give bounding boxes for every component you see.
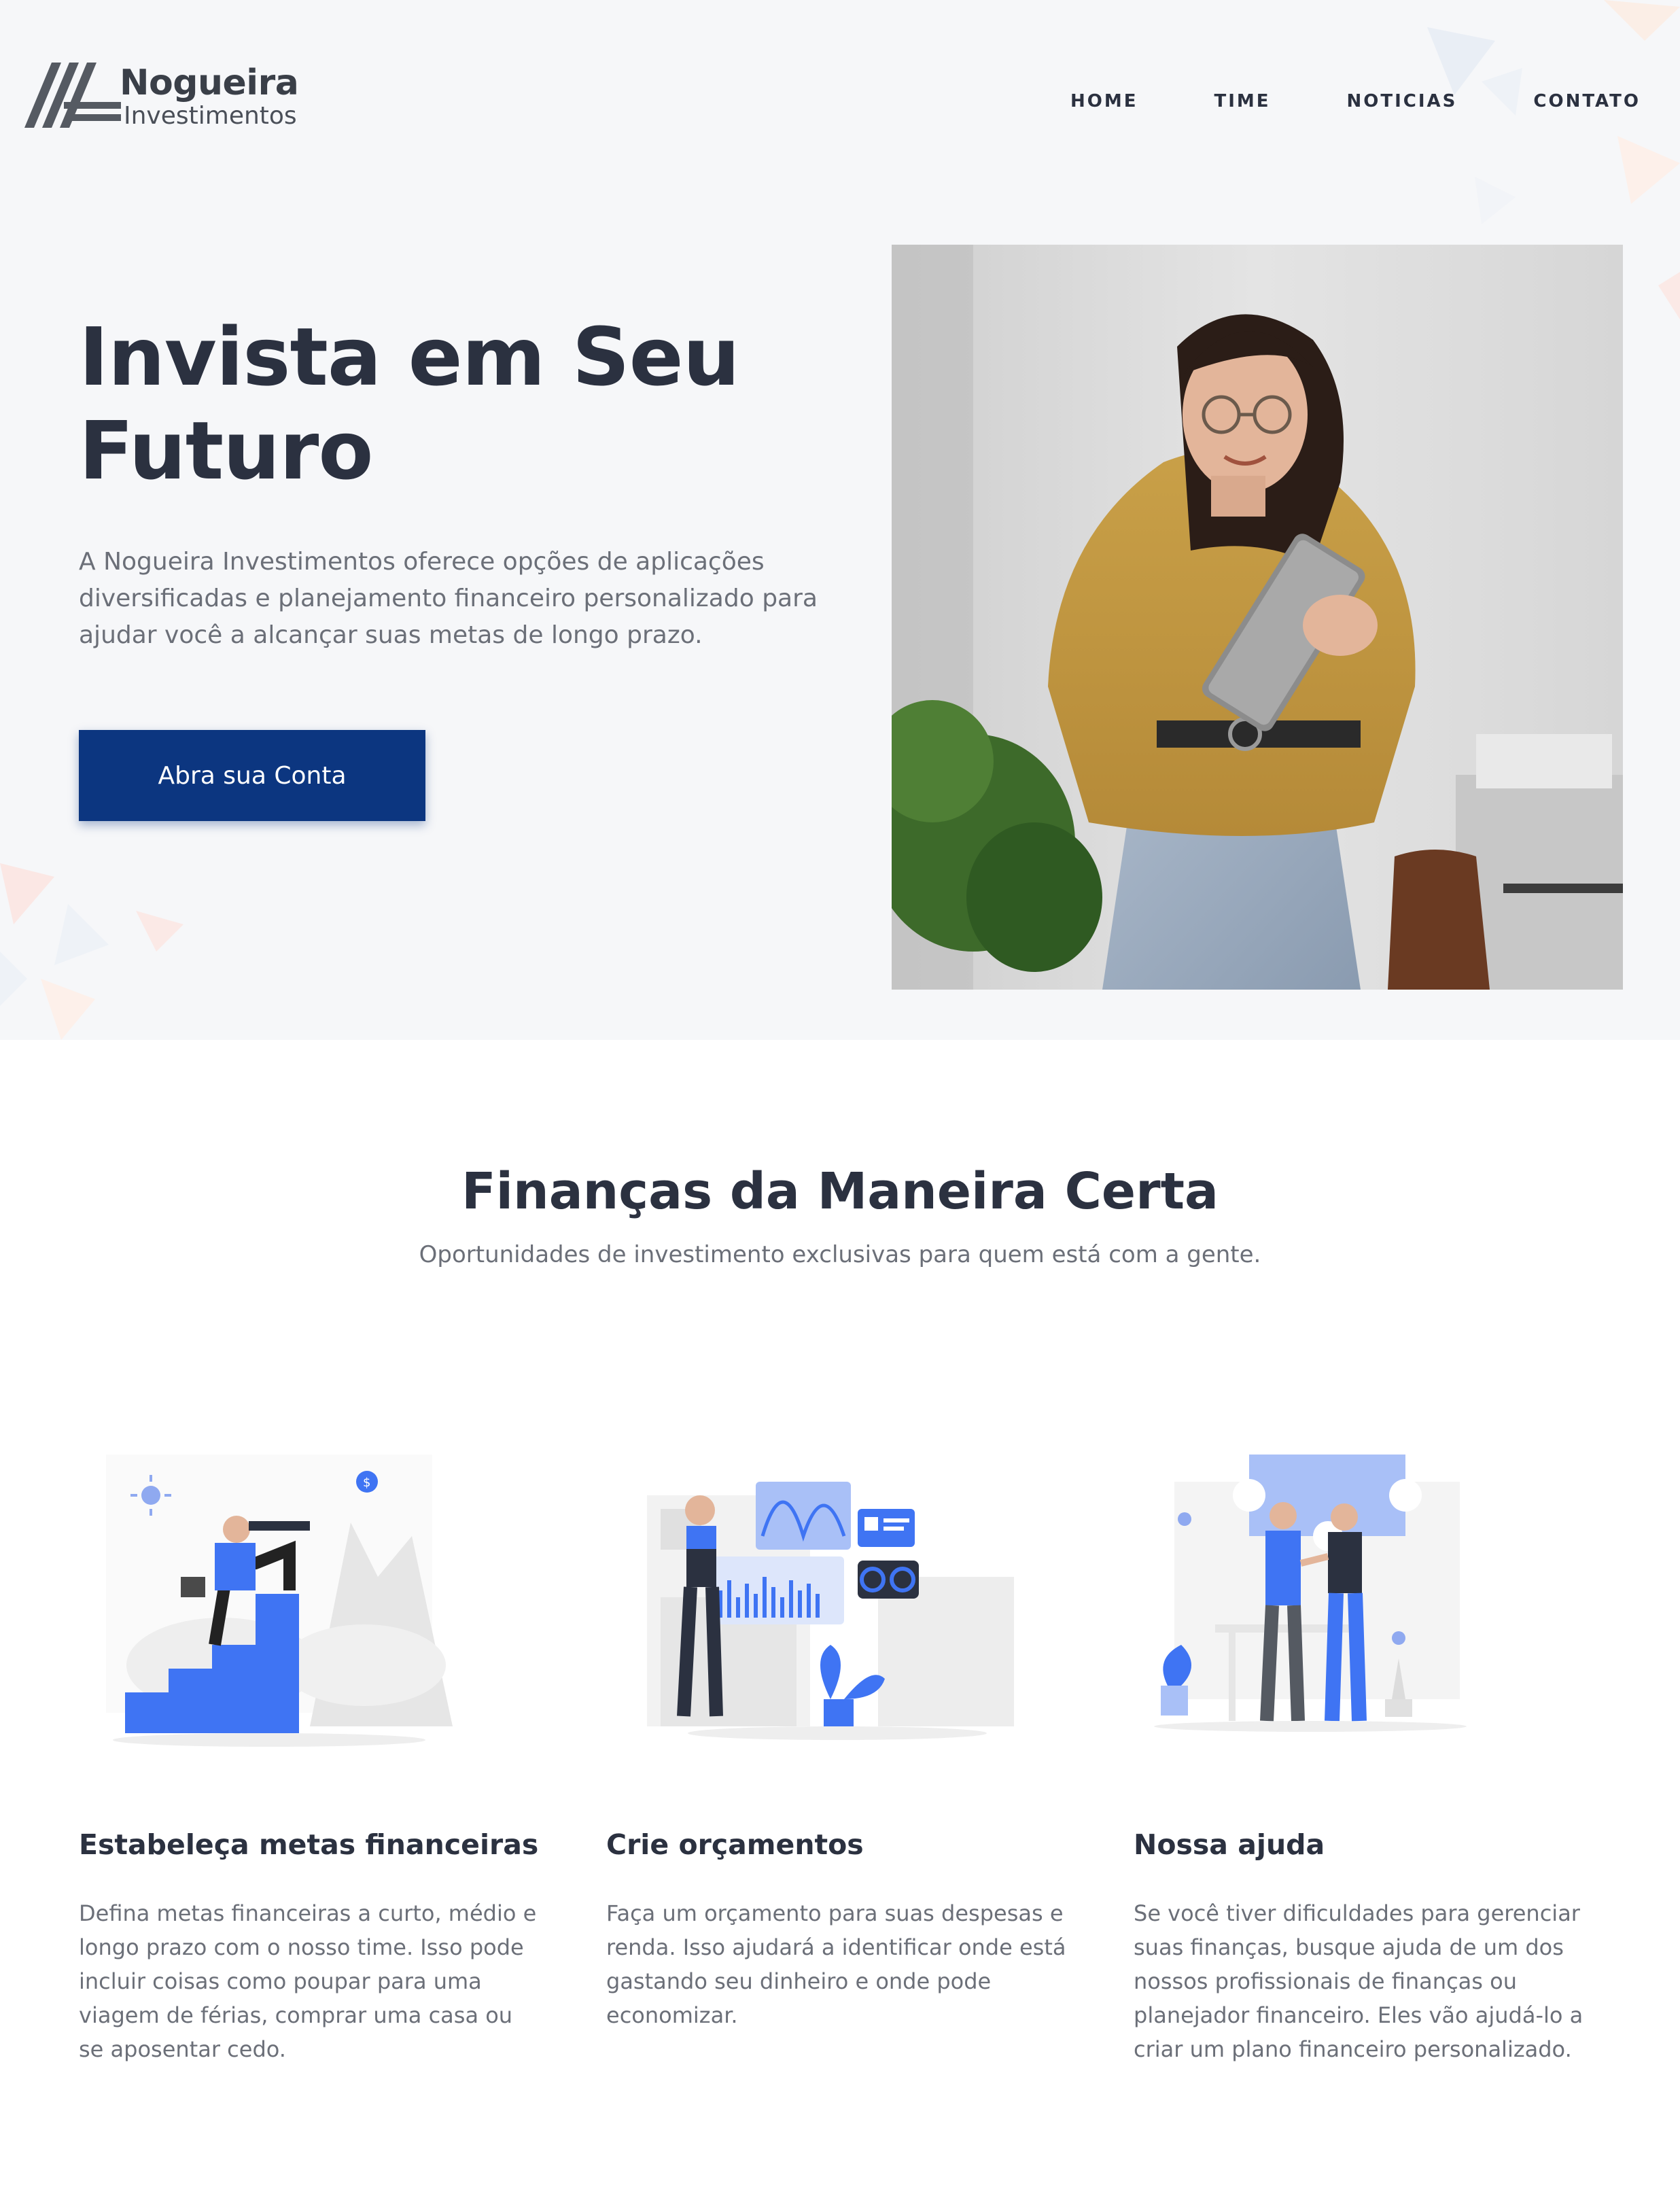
feature-text: Defina metas financeiras a curto, médio … [79,1900,537,2062]
hero-photo [892,245,1623,990]
budget-illustration-icon [647,1482,1014,1740]
feature-title: Estabeleça metas financeiras [79,1828,539,1861]
nav-noticias[interactable]: NOTICIAS [1347,91,1458,111]
hero-section: Nogueira Investimentos HOME TIME NOTICIA… [0,0,1680,1040]
logo-mark-icon [24,63,121,128]
goals-illustration-icon: $ [106,1455,453,1747]
nav-home[interactable]: HOME [1070,91,1138,111]
feature-text: Se você tiver dificuldades para gerencia… [1134,1900,1583,2062]
brand-logo[interactable]: Nogueira Investimentos [24,63,299,137]
feature-text: Faça um orçamento para suas despesas e r… [606,1900,1066,2028]
hero-title: Invista em Seu Futuro [79,310,740,498]
feature-title: Nossa ajuda [1134,1828,1325,1861]
woman-with-laptop-image [892,245,1623,990]
open-account-button[interactable]: Abra sua Conta [79,730,425,821]
nav-contato[interactable]: CONTATO [1533,91,1641,111]
section-subtitle: Oportunidades de investimento exclusivas… [419,1241,1261,1268]
section-title: Finanças da Maneira Certa [461,1162,1219,1221]
feature-title: Crie orçamentos [606,1828,864,1861]
main-nav: HOME TIME NOTICIAS CONTATO [1070,91,1641,111]
handshake-illustration-icon [1154,1455,1467,1732]
nav-time[interactable]: TIME [1214,91,1270,111]
logo-name: Nogueira [120,63,299,103]
hero-description: A Nogueira Investimentos oferece opções … [79,548,818,649]
logo-subtitle: Investimentos [124,102,297,130]
svg-text:$: $ [363,1476,370,1490]
